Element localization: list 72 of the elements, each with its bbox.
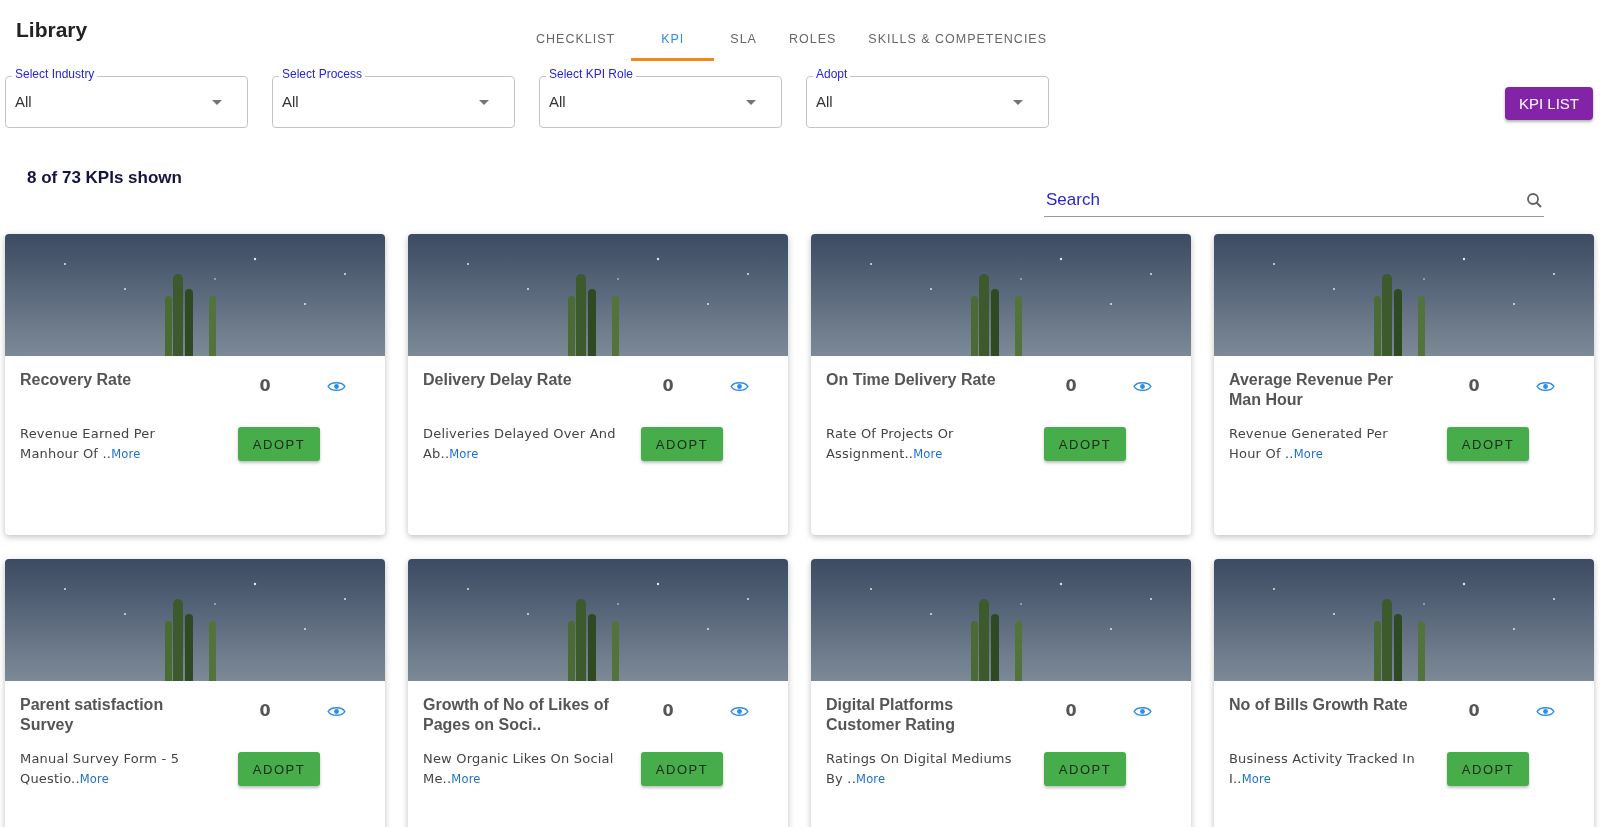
kpi-description: Business Activity Tracked In I..More: [1229, 750, 1416, 788]
kpi-count: 0: [1467, 376, 1481, 395]
page-title: Library: [16, 18, 89, 42]
select-field[interactable]: Select Process All: [272, 67, 515, 128]
kpi-description: New Organic Likes On Social Me..More: [423, 750, 615, 788]
adopt-button[interactable]: ADOPT: [641, 427, 723, 461]
kpi-title: Digital Platforms Customer Rating: [826, 695, 956, 735]
kpi-count: 0: [258, 701, 272, 720]
field-label: Select Industry: [12, 67, 98, 82]
kpi-title: No of Bills Growth Rate: [1229, 695, 1409, 715]
kpi-count-text: 8 of 73 KPIs shown: [27, 168, 182, 189]
kpi-description: Rate Of Projects Or Assignment..More: [826, 425, 955, 463]
view-eye-icon[interactable]: [1536, 380, 1555, 393]
dropdown-caret-icon: [479, 99, 489, 105]
kpi-title: Recovery Rate: [20, 370, 133, 390]
more-link[interactable]: More: [1241, 772, 1271, 786]
select-field[interactable]: Select KPI Role All: [539, 67, 782, 128]
view-eye-icon[interactable]: [1133, 705, 1152, 718]
view-eye-icon[interactable]: [730, 705, 749, 718]
adopt-button[interactable]: ADOPT: [238, 427, 320, 461]
more-link[interactable]: More: [1293, 447, 1323, 461]
kpi-count: 0: [661, 701, 675, 720]
view-eye-icon[interactable]: [327, 705, 346, 718]
search-icon[interactable]: [1526, 192, 1542, 208]
select-field[interactable]: Adopt All: [806, 67, 1049, 128]
view-eye-icon[interactable]: [327, 380, 346, 393]
adopt-button[interactable]: ADOPT: [1044, 752, 1126, 786]
kpi-title: Delivery Delay Rate: [423, 370, 573, 390]
dropdown-caret-icon: [212, 99, 222, 105]
field-value: All: [816, 92, 834, 110]
kpi-title: Growth of No of Likes of Pages on Soci..: [423, 695, 610, 735]
select-field[interactable]: Select Industry All: [5, 67, 248, 128]
tab[interactable]: KPI: [631, 24, 715, 61]
kpi-count: 0: [258, 376, 272, 395]
kpi-title: Parent satisfaction Survey: [20, 695, 165, 735]
adopt-button[interactable]: ADOPT: [641, 752, 723, 786]
dropdown-caret-icon: [746, 99, 756, 105]
more-link[interactable]: More: [449, 447, 479, 461]
field-value: All: [549, 92, 567, 110]
kpi-description: Revenue Earned Per Manhour Of ..More: [20, 425, 156, 463]
more-link[interactable]: More: [111, 447, 141, 461]
kpi-description: Deliveries Delayed Over And Ab..More: [423, 425, 617, 463]
tab[interactable]: SKILLS & COMPETENCIES: [852, 24, 1064, 61]
kpi-count: 0: [1064, 701, 1078, 720]
field-label: Adopt: [813, 67, 851, 82]
view-eye-icon[interactable]: [1536, 705, 1555, 718]
view-eye-icon[interactable]: [1133, 380, 1152, 393]
kpi-count: 0: [1467, 701, 1481, 720]
adopt-button[interactable]: ADOPT: [1044, 427, 1126, 461]
adopt-button[interactable]: ADOPT: [238, 752, 320, 786]
kpi-description: Revenue Generated Per Hour Of ..More: [1229, 425, 1389, 463]
adopt-button[interactable]: ADOPT: [1447, 752, 1529, 786]
kpi-count: 0: [1064, 376, 1078, 395]
tab[interactable]: ROLES: [772, 24, 853, 61]
search-field[interactable]: Search: [1044, 189, 1526, 211]
kpi-description: Manual Survey Form - 5 Questio..More: [20, 750, 181, 788]
kpi-title: Average Revenue Per Man Hour: [1229, 370, 1394, 410]
kpi-description: Ratings On Digital Mediums By ..More: [826, 750, 1013, 788]
kpi-list-button[interactable]: KPI LIST: [1504, 87, 1593, 120]
field-value: All: [15, 92, 33, 110]
tab[interactable]: SLA: [714, 24, 773, 61]
more-link[interactable]: More: [79, 772, 110, 786]
kpi-count: 0: [661, 376, 675, 395]
more-link[interactable]: More: [856, 772, 886, 786]
kpi-title: On Time Delivery Rate: [826, 370, 997, 390]
field-value: All: [282, 92, 300, 110]
more-link[interactable]: More: [913, 447, 943, 461]
more-link[interactable]: More: [451, 772, 481, 786]
tab[interactable]: CHECKLIST: [520, 24, 632, 61]
dropdown-caret-icon: [1013, 99, 1023, 105]
view-eye-icon[interactable]: [730, 380, 749, 393]
adopt-button[interactable]: ADOPT: [1447, 427, 1529, 461]
